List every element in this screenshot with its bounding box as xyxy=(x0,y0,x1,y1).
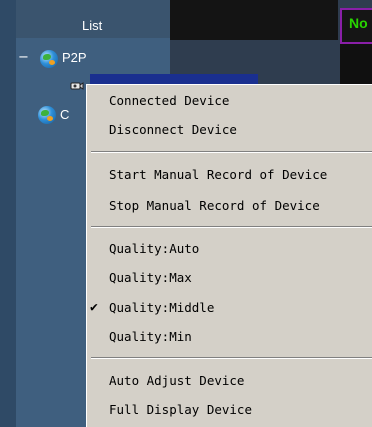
menu-item-label: Auto Adjust Device xyxy=(109,373,245,388)
right-tab[interactable]: No xyxy=(340,8,372,44)
app-window: List No − P2P C Connected Device Disconn… xyxy=(0,0,372,427)
menu-item-label: Quality:Min xyxy=(109,329,192,344)
menu-item-quality-middle[interactable]: ✔ Quality:Middle xyxy=(87,297,372,319)
panel-title: List xyxy=(82,18,103,33)
menu-item-label: Disconnect Device xyxy=(109,122,237,137)
menu-item-label: Quality:Max xyxy=(109,270,192,285)
menu-item-label: Stop Manual Record of Device xyxy=(109,198,320,213)
tree-item-p2p[interactable]: P2P xyxy=(62,50,87,65)
menu-item-auto-adjust-device[interactable]: Auto Adjust Device xyxy=(87,370,372,392)
menu-item-disconnect-device[interactable]: Disconnect Device xyxy=(87,119,372,141)
menu-item-stop-manual-record[interactable]: Stop Manual Record of Device xyxy=(87,195,372,217)
context-menu: Connected Device Disconnect Device Start… xyxy=(86,84,372,427)
menu-item-label: Full Display Device xyxy=(109,402,252,417)
collapse-icon[interactable]: − xyxy=(18,50,29,65)
right-tab-label: No xyxy=(349,15,368,31)
camera-icon[interactable] xyxy=(70,80,84,92)
menu-separator xyxy=(91,151,372,153)
menu-item-quality-min[interactable]: Quality:Min xyxy=(87,326,372,348)
menu-item-label: Quality:Auto xyxy=(109,241,200,256)
menu-item-start-manual-record[interactable]: Start Manual Record of Device xyxy=(87,164,372,186)
globe-icon xyxy=(40,50,58,68)
menu-item-label: Connected Device xyxy=(109,93,230,108)
checkmark-icon: ✔ xyxy=(90,300,98,315)
menu-item-full-display-device[interactable]: Full Display Device xyxy=(87,399,372,421)
panel-left-strip xyxy=(0,0,16,427)
menu-item-quality-max[interactable]: Quality:Max xyxy=(87,267,372,289)
menu-item-label: Quality:Middle xyxy=(109,300,215,315)
menu-separator xyxy=(91,357,372,359)
globe-icon xyxy=(38,106,56,124)
tree-item-second[interactable]: C xyxy=(60,107,69,122)
selected-row-highlight xyxy=(90,74,258,84)
menu-item-quality-auto[interactable]: Quality:Auto xyxy=(87,238,372,260)
menu-item-connected-device[interactable]: Connected Device xyxy=(87,90,372,112)
top-dark-bar xyxy=(170,0,338,40)
menu-item-label: Start Manual Record of Device xyxy=(109,167,328,182)
menu-separator xyxy=(91,226,372,228)
